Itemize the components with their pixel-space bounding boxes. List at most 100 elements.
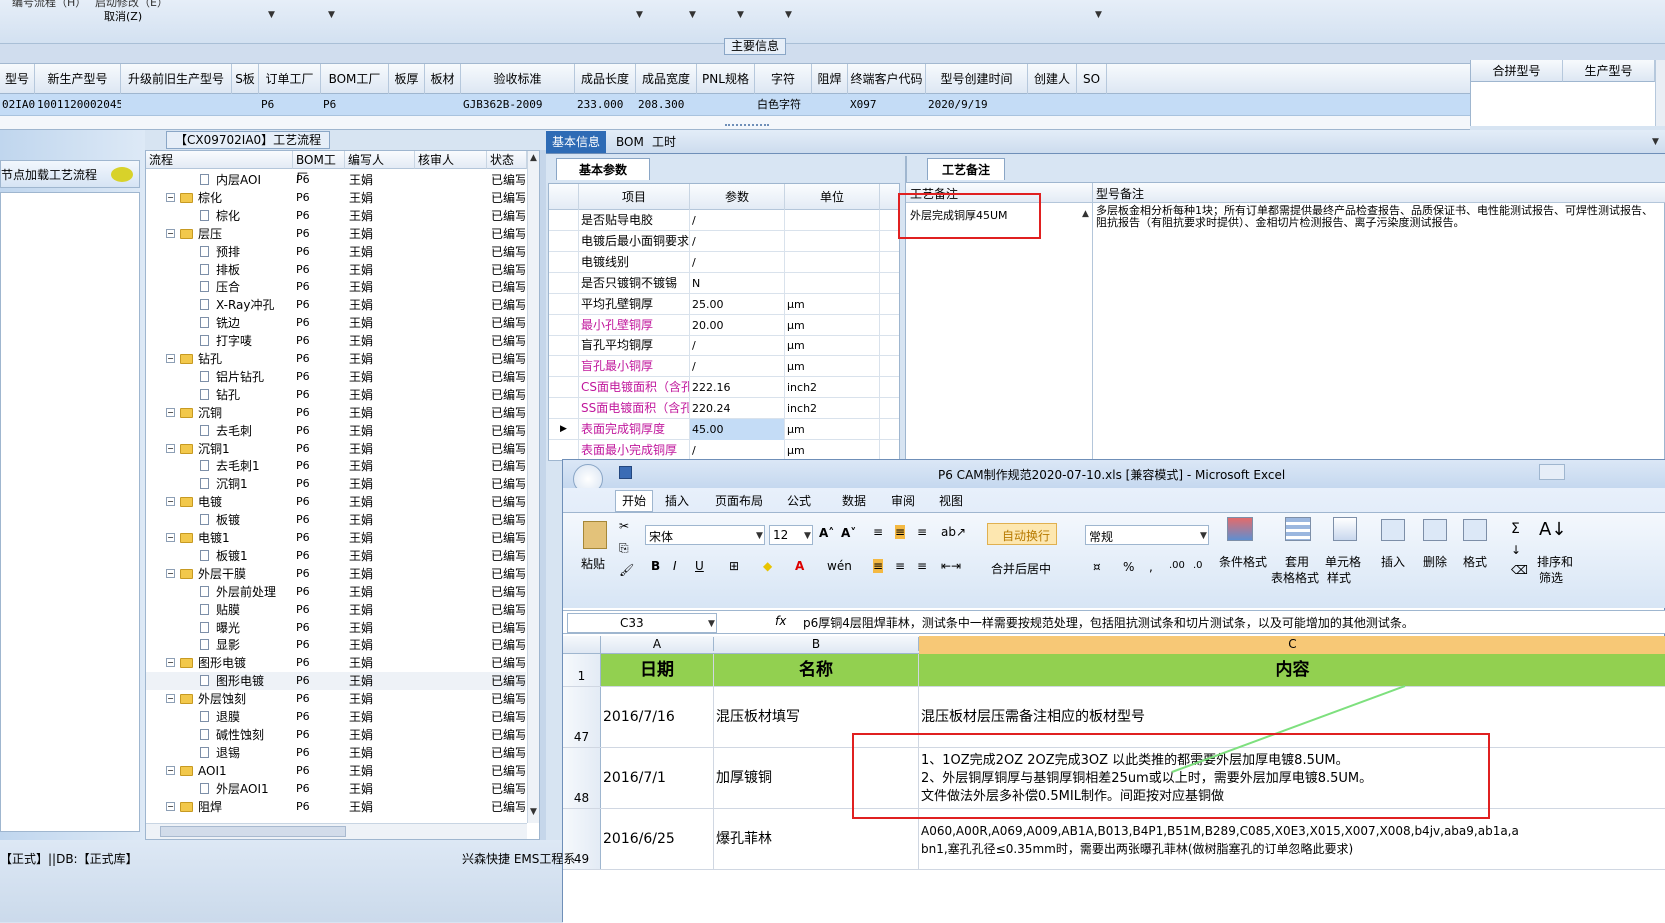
param-row[interactable]: SS面电镀面积（含孔）220.24inch2 bbox=[549, 398, 899, 420]
tree-row[interactable]: 外层AOI1 P6 王娟 已编写 bbox=[146, 780, 526, 798]
cell-style-label1[interactable]: 单元格 bbox=[1325, 553, 1361, 570]
model-note-text[interactable]: 多层板金相分析每种1块；所有订单都需提供最终产品检查报告、品质保证书、电性能测试… bbox=[1096, 205, 1656, 229]
dropdown-arrow-icon[interactable]: ▼ bbox=[1200, 531, 1207, 541]
border-icon[interactable]: ⊞ bbox=[729, 559, 739, 573]
table-format-icon[interactable] bbox=[1285, 517, 1311, 541]
col-header-a[interactable]: A bbox=[601, 637, 714, 651]
tree-row[interactable]: 压合 P6 王娟 已编写 bbox=[146, 278, 526, 296]
tree-row[interactable]: − 沉铜 P6 王娟 已编写 bbox=[146, 404, 526, 422]
tree-row[interactable]: − 沉铜1 P6 王娟 已编写 bbox=[146, 440, 526, 458]
tree-row[interactable]: 贴膜 P6 王娟 已编写 bbox=[146, 601, 526, 619]
param-value[interactable]: / bbox=[690, 210, 785, 231]
fx-icon[interactable]: fx bbox=[775, 614, 786, 628]
cell-date[interactable]: 2016/6/25 bbox=[601, 809, 714, 869]
align-top-icon[interactable]: ≡ bbox=[873, 525, 883, 539]
col-header-3[interactable]: S板 bbox=[232, 64, 259, 94]
expand-toggle-icon[interactable]: − bbox=[166, 407, 175, 417]
ribbon-tab-1[interactable]: 插入 bbox=[665, 492, 689, 509]
merge-center-button[interactable]: 合并后居中 bbox=[991, 560, 1051, 577]
font-size-select[interactable]: 12 ▼ bbox=[769, 525, 813, 545]
conditional-format-button[interactable]: 条件格式 bbox=[1219, 553, 1267, 570]
format-cells-button[interactable]: 格式 bbox=[1463, 553, 1487, 570]
expand-toggle-icon[interactable]: − bbox=[166, 192, 175, 202]
expand-toggle-icon[interactable]: − bbox=[166, 694, 175, 704]
col-header-14[interactable]: 终端客户代码 bbox=[848, 64, 926, 94]
cell-date[interactable]: 日期 bbox=[601, 654, 714, 686]
main-grid-row[interactable]: 02IA0 10011200020456 P6 P6 GJB362B-2009 233.0… bbox=[0, 94, 1470, 116]
param-value[interactable]: 20.00 bbox=[690, 314, 785, 336]
col-header-writer[interactable]: 编写人 bbox=[345, 151, 415, 169]
param-value[interactable]: 45.00 bbox=[690, 419, 785, 440]
scrollbar[interactable] bbox=[1655, 60, 1665, 126]
param-row[interactable]: 是否只镀铜不镀锡 N bbox=[549, 272, 899, 294]
font-name-select[interactable]: 宋体 ▼ bbox=[645, 525, 765, 545]
increase-decimal-icon[interactable]: .00 bbox=[1169, 560, 1185, 571]
col-header-13[interactable]: 阻焊 bbox=[812, 64, 848, 94]
table-format-label1[interactable]: 套用 bbox=[1285, 553, 1309, 570]
col-header-0[interactable]: 型号 bbox=[0, 64, 35, 94]
param-value[interactable]: / bbox=[690, 335, 785, 357]
tree-row[interactable]: 板镀1 P6 王娟 已编写 bbox=[146, 547, 526, 565]
dropdown-arrow-icon[interactable]: ▼ bbox=[328, 10, 335, 20]
param-value[interactable]: / bbox=[690, 439, 785, 460]
param-value[interactable]: / bbox=[690, 251, 785, 273]
sort-filter-label1[interactable]: 排序和 bbox=[1537, 553, 1573, 570]
decrease-decimal-icon[interactable]: .0 bbox=[1193, 560, 1203, 571]
tree-row[interactable]: 棕化 P6 王娟 已编写 bbox=[146, 207, 526, 225]
number-format-select[interactable]: 常规 ▼ bbox=[1085, 525, 1209, 545]
col-header-7[interactable]: 板材 bbox=[425, 64, 461, 94]
row-header[interactable]: 1 bbox=[563, 654, 601, 686]
currency-icon[interactable]: ¤ bbox=[1093, 560, 1101, 574]
tab-work-hours[interactable]: 工时 bbox=[646, 131, 682, 153]
phonetic-icon[interactable]: wén bbox=[827, 559, 852, 573]
save-icon[interactable] bbox=[619, 466, 632, 479]
col-header-c[interactable]: C bbox=[919, 636, 1665, 654]
paste-button[interactable]: 粘贴 bbox=[581, 555, 605, 572]
table-format-label2[interactable]: 表格格式 bbox=[1271, 569, 1319, 586]
tree-row[interactable]: − 棕化 P6 王娟 已编写 bbox=[146, 189, 526, 207]
tree-row[interactable]: X-Ray冲孔 P6 王娟 已编写 bbox=[146, 296, 526, 314]
orientation-icon[interactable]: ab↗ bbox=[941, 525, 966, 539]
param-row[interactable]: 是否贴导电胶 / bbox=[549, 210, 899, 231]
expand-toggle-icon[interactable]: − bbox=[166, 533, 175, 542]
tree-row[interactable]: − 电镀 P6 王娟 已编写 bbox=[146, 493, 526, 511]
align-bottom-icon[interactable]: ≡ bbox=[917, 525, 927, 539]
dropdown-arrow-icon[interactable]: ▼ bbox=[708, 619, 715, 629]
param-row[interactable]: 平均孔壁铜厚 25.00 μm bbox=[549, 293, 899, 315]
font-color-icon[interactable]: A bbox=[795, 559, 804, 573]
autosum-icon[interactable]: Σ bbox=[1511, 521, 1520, 537]
ribbon-tab-5[interactable]: 审阅 bbox=[891, 492, 915, 509]
align-right-icon[interactable]: ≡ bbox=[917, 559, 927, 573]
insert-cells-icon[interactable] bbox=[1381, 519, 1405, 541]
param-row[interactable]: 电镀线别 / bbox=[549, 251, 899, 273]
dropdown-arrow-icon[interactable]: ▼ bbox=[689, 10, 696, 20]
tree-row[interactable]: 去毛刺 P6 王娟 已编写 bbox=[146, 422, 526, 440]
minimize-button[interactable] bbox=[1539, 464, 1565, 480]
format-cells-icon[interactable] bbox=[1463, 519, 1487, 541]
col-header-prod[interactable]: 生产型号 bbox=[1563, 60, 1655, 82]
wrap-text-button[interactable]: 自动换行 bbox=[987, 523, 1057, 545]
cut-icon[interactable]: ✂ bbox=[619, 519, 629, 533]
expand-toggle-icon[interactable]: − bbox=[166, 801, 175, 811]
hscroll-thumb[interactable] bbox=[160, 826, 346, 837]
tree-row[interactable]: − AOI1 P6 王娟 已编写 bbox=[146, 762, 526, 780]
param-value[interactable]: 222.16 bbox=[690, 377, 785, 399]
tree-row[interactable]: 退锡 P6 王娟 已编写 bbox=[146, 744, 526, 762]
tree-row[interactable]: 铝片钻孔 P6 王娟 已编写 bbox=[146, 368, 526, 386]
expand-toggle-icon[interactable]: − bbox=[166, 658, 175, 668]
dropdown-arrow-icon[interactable]: ▼ bbox=[1095, 10, 1102, 20]
bold-icon[interactable]: B bbox=[651, 559, 660, 573]
col-header-reviewer[interactable]: 核审人 bbox=[415, 151, 487, 169]
tree-row[interactable]: − 电镀1 P6 王娟 已编写 bbox=[146, 529, 526, 547]
splitter[interactable] bbox=[540, 150, 546, 840]
expand-toggle-icon[interactable]: − bbox=[166, 443, 175, 453]
sort-filter-icon[interactable]: A↓ bbox=[1539, 519, 1566, 540]
col-header-8[interactable]: 验收标准 bbox=[461, 64, 575, 94]
scroll-up-icon[interactable]: ▲ bbox=[530, 153, 537, 163]
ribbon-tab-0[interactable]: 开始 bbox=[615, 490, 654, 512]
ribbon-tab-4[interactable]: 数据 bbox=[842, 492, 866, 509]
tree-row[interactable]: 曝光 P6 王娟 已编写 bbox=[146, 619, 526, 637]
format-painter-icon[interactable]: 🖌 bbox=[619, 563, 634, 577]
col-header-1[interactable]: 新生产型号 bbox=[35, 64, 121, 94]
col-header-12[interactable]: 字符 bbox=[755, 64, 812, 94]
